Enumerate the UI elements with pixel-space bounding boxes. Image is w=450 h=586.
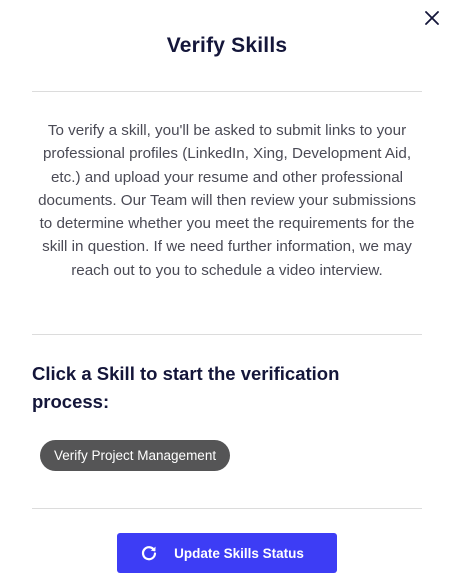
divider <box>32 334 422 335</box>
divider <box>32 91 422 92</box>
modal-description: To verify a skill, you'll be asked to su… <box>38 122 416 279</box>
update-skills-status-button[interactable]: Update Skills Status <box>117 533 337 573</box>
section-heading: Click a Skill to start the verification … <box>32 363 340 412</box>
close-button[interactable] <box>420 6 444 30</box>
modal-title: Verify Skills <box>166 34 288 57</box>
divider <box>32 508 422 509</box>
update-skills-status-label: Update Skills Status <box>174 545 304 561</box>
skill-chip-project-management[interactable]: Verify Project Management <box>40 440 231 471</box>
close-icon <box>425 11 439 25</box>
refresh-icon <box>140 544 158 562</box>
verify-skills-modal: Verify Skills To verify a skill, you'll … <box>0 0 450 586</box>
